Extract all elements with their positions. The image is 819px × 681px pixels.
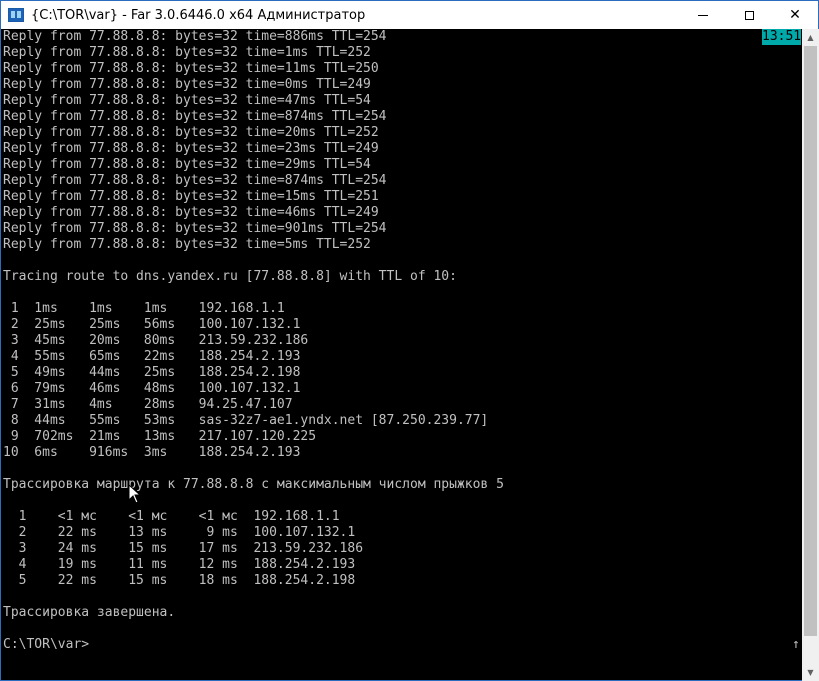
title-bar[interactable]: {C:\TOR\var} - Far 3.0.6446.0 x64 Админи… bbox=[1, 1, 818, 29]
console-line: 7 31ms 4ms 28ms 94.25.47.107 bbox=[3, 397, 293, 412]
console-line: Reply from 77.88.8.8: bytes=32 time=47ms… bbox=[3, 93, 371, 108]
console-line: 5 49ms 44ms 25ms 188.254.2.198 bbox=[3, 365, 301, 380]
console-line: 5 22 ms 15 ms 18 ms 188.254.2.198 bbox=[3, 573, 356, 588]
console-line: 10 6ms 916ms 3ms 188.254.2.193 bbox=[3, 445, 301, 460]
console-line: Reply from 77.88.8.8: bytes=32 time=886m… bbox=[3, 29, 387, 44]
window-title: {C:\TOR\var} - Far 3.0.6446.0 x64 Админи… bbox=[31, 7, 366, 23]
console-line: 6 79ms 46ms 48ms 100.107.132.1 bbox=[3, 381, 301, 396]
console-line: Reply from 77.88.8.8: bytes=32 time=901m… bbox=[3, 221, 387, 236]
close-icon: ✕ bbox=[789, 7, 801, 23]
clock: 13:51 bbox=[762, 29, 802, 45]
console-line: 4 55ms 65ms 22ms 188.254.2.193 bbox=[3, 349, 301, 364]
scroll-down-button[interactable]: ▼ bbox=[802, 664, 819, 681]
console-line: 4 19 ms 11 ms 12 ms 188.254.2.193 bbox=[3, 557, 356, 572]
console-line: Reply from 77.88.8.8: bytes=32 time=11ms… bbox=[3, 61, 379, 76]
maximize-button[interactable] bbox=[726, 1, 772, 29]
console-line: Reply from 77.88.8.8: bytes=32 time=874m… bbox=[3, 109, 387, 124]
minimize-button[interactable] bbox=[680, 1, 726, 29]
console-line: Reply from 77.88.8.8: bytes=32 time=15ms… bbox=[3, 189, 379, 204]
scroll-up-icon: ▲ bbox=[807, 33, 814, 42]
scroll-thumb[interactable] bbox=[804, 46, 817, 636]
console-line: Reply from 77.88.8.8: bytes=32 time=20ms… bbox=[3, 125, 379, 140]
console-line: 1 1ms 1ms 1ms 192.168.1.1 bbox=[3, 301, 285, 316]
console-line: 1 <1 мс <1 мс <1 мс 192.168.1.1 bbox=[3, 509, 340, 524]
console-line: Reply from 77.88.8.8: bytes=32 time=1ms … bbox=[3, 45, 371, 60]
scroll-down-icon: ▼ bbox=[807, 668, 814, 677]
scroll-up-arrow-icon: ↑ bbox=[792, 637, 800, 652]
console-line: Reply from 77.88.8.8: bytes=32 time=23ms… bbox=[3, 141, 379, 156]
mouse-pointer-icon bbox=[128, 483, 142, 504]
close-button[interactable]: ✕ bbox=[772, 1, 818, 29]
console-line: Reply from 77.88.8.8: bytes=32 time=874m… bbox=[3, 173, 387, 188]
console-line: Reply from 77.88.8.8: bytes=32 time=0ms … bbox=[3, 77, 371, 92]
far-manager-window: {C:\TOR\var} - Far 3.0.6446.0 x64 Админи… bbox=[0, 0, 819, 681]
minimize-icon bbox=[698, 14, 708, 16]
console-output[interactable]: Reply from 77.88.8.8: bytes=32 time=886m… bbox=[2, 29, 802, 669]
console-line: 3 24 ms 15 ms 17 ms 213.59.232.186 bbox=[3, 541, 364, 556]
console-line: C:\TOR\var> bbox=[3, 637, 90, 652]
far-app-icon[interactable] bbox=[8, 8, 24, 22]
console-line: 2 22 ms 13 ms 9 ms 100.107.132.1 bbox=[3, 525, 356, 540]
console-line: 8 44ms 55ms 53ms sas-32z7-ae1.yndx.net [… bbox=[3, 413, 489, 428]
console-line: Reply from 77.88.8.8: bytes=32 time=46ms… bbox=[3, 205, 379, 220]
console-line: Tracing route to dns.yandex.ru [77.88.8.… bbox=[3, 269, 457, 284]
console-line: 9 702ms 21ms 13ms 217.107.120.225 bbox=[3, 429, 317, 444]
console-line: Reply from 77.88.8.8: bytes=32 time=29ms… bbox=[3, 157, 371, 172]
scroll-up-button[interactable]: ▲ bbox=[802, 29, 819, 46]
console-line: 3 45ms 20ms 80ms 213.59.232.186 bbox=[3, 333, 309, 348]
console-line: Трассировка завершена. bbox=[3, 605, 176, 620]
maximize-icon bbox=[744, 10, 754, 20]
vertical-scrollbar[interactable]: ▲ ▼ bbox=[802, 29, 819, 681]
console-line: Трассировка маршрута к 77.88.8.8 с макси… bbox=[3, 477, 504, 492]
console-line: 2 25ms 25ms 56ms 100.107.132.1 bbox=[3, 317, 301, 332]
console-line: Reply from 77.88.8.8: bytes=32 time=5ms … bbox=[3, 237, 371, 252]
